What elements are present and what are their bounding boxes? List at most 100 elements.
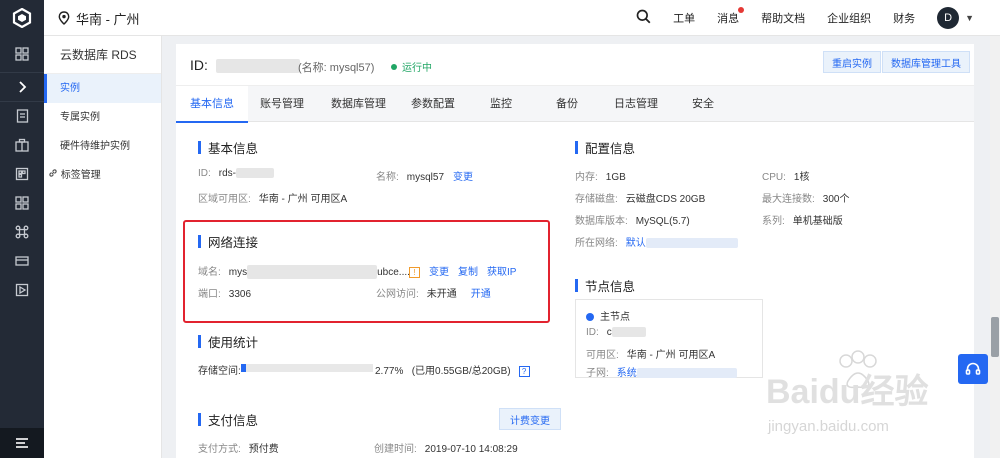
network-label: 所在网络: — [575, 238, 618, 249]
console-logo[interactable] — [0, 0, 44, 36]
search-button[interactable] — [636, 9, 651, 27]
redacted-id — [215, 59, 300, 74]
instance-alias: (名称: mysql57) — [298, 62, 375, 74]
section-node: 节点信息 — [575, 276, 635, 295]
region-label: 华南 - 广州 — [76, 11, 140, 27]
section-marker — [198, 141, 201, 154]
help-icon[interactable]: ? — [518, 365, 530, 377]
command-icon — [15, 225, 29, 238]
copy-domain-link[interactable]: 复制 — [458, 267, 478, 278]
basic-name-value: mysql57 — [406, 172, 445, 183]
rail-item-5[interactable] — [0, 217, 44, 246]
product-rail — [0, 36, 44, 458]
database-icon — [15, 167, 29, 180]
briefcase-icon — [15, 138, 29, 152]
sidebar-item-tags[interactable]: 标签管理 — [44, 161, 161, 190]
redacted-subnet — [636, 368, 737, 379]
created-time-value: 2019-07-10 14:08:29 — [424, 444, 518, 455]
sidebar-item-dedicated[interactable]: 专属实例 — [44, 103, 161, 132]
tab-parameters[interactable]: 参数配置 — [411, 86, 455, 122]
network-public-row: 公网访问: 未开通 开通 — [376, 285, 491, 300]
rail-expand[interactable] — [0, 72, 44, 101]
network-row: 所在网络: 默认 — [575, 234, 738, 249]
section-marker — [575, 141, 578, 154]
sidebar-item-instances[interactable]: 实例 — [44, 74, 161, 103]
nav-enterprise[interactable]: 企业组织 — [827, 10, 871, 26]
get-ip-link[interactable]: 获取IP — [487, 267, 516, 278]
db-management-tool-button[interactable]: 数据库管理工具 — [882, 51, 970, 73]
basic-zone-label: 区域可用区: — [198, 194, 251, 205]
user-avatar[interactable]: D — [937, 7, 960, 29]
search-icon — [636, 9, 651, 24]
sidebar-title: 云数据库 RDS — [44, 36, 161, 74]
sidebar-item-hardware-maintenance[interactable]: 硬件待维护实例 — [44, 132, 161, 161]
section-basic-info: 基本信息 — [198, 138, 258, 157]
logo-icon — [12, 8, 32, 28]
tab-monitoring[interactable]: 监控 — [490, 86, 512, 122]
section-payment: 支付信息 — [198, 410, 258, 429]
nav-messages[interactable]: 消息 — [717, 7, 745, 26]
help-float-button[interactable] — [958, 354, 988, 384]
watermark-brand: Baidu经验 — [766, 372, 928, 411]
cpu-row: CPU: 1核 — [762, 168, 809, 183]
rail-item-4[interactable] — [0, 188, 44, 217]
section-node-title: 节点信息 — [585, 280, 636, 294]
document-icon — [16, 109, 28, 123]
node-id-row: ID: c — [586, 327, 646, 338]
tab-accounts[interactable]: 账号管理 — [260, 86, 304, 122]
tab-basic-info[interactable]: 基本信息 — [176, 86, 248, 123]
node-subnet-link[interactable]: 系统 — [617, 368, 637, 379]
nav-ticket[interactable]: 工单 — [673, 10, 695, 26]
warning-icon: ! — [409, 266, 420, 278]
primary-node-label: 主节点 — [600, 312, 630, 323]
scrollbar-thumb[interactable] — [991, 317, 999, 357]
top-nav: 工单 消息 帮助文档 企业组织 财务 D ▼ — [636, 0, 974, 36]
memory-label: 内存: — [575, 172, 598, 183]
region-selector[interactable]: 华南 - 广州 — [58, 0, 140, 36]
tab-logs[interactable]: 日志管理 — [614, 86, 658, 122]
change-domain-link[interactable]: 变更 — [429, 267, 449, 278]
rail-item-7[interactable] — [0, 275, 44, 304]
watermark-site: jingyan.baidu.com — [767, 418, 889, 435]
max-connections-label: 最大连接数: — [762, 194, 815, 205]
tab-security[interactable]: 安全 — [692, 86, 714, 122]
network-link[interactable]: 默认 — [626, 238, 646, 249]
status-dot — [391, 63, 397, 70]
section-config: 配置信息 — [575, 138, 635, 157]
rail-item-1[interactable] — [0, 101, 44, 130]
instance-id-label: ID: — [190, 57, 208, 73]
node-zone-row: 可用区: 华南 - 广州 可用区A — [586, 346, 715, 361]
cpu-label: CPU: — [762, 172, 786, 183]
basic-name-row: 名称: mysql57 变更 — [376, 168, 473, 183]
series-value: 单机基础版 — [792, 216, 843, 227]
tab-backup[interactable]: 备份 — [556, 86, 578, 122]
max-connections-row: 最大连接数: 300个 — [762, 190, 849, 205]
open-public-access-link[interactable]: 开通 — [471, 289, 491, 300]
nav-help-docs[interactable]: 帮助文档 — [761, 10, 805, 26]
rail-item-6[interactable] — [0, 246, 44, 275]
max-connections-value: 300个 — [822, 194, 850, 205]
nav-finance[interactable]: 财务 — [893, 10, 915, 26]
chevron-down-icon[interactable]: ▼ — [965, 13, 974, 23]
node-subnet-row: 子网: 系统 — [586, 364, 737, 379]
change-billing-button[interactable]: 计费变更 — [499, 408, 561, 430]
basic-zone-value: 华南 - 广州 可用区A — [258, 194, 348, 205]
rail-menu-toggle[interactable] — [0, 428, 44, 458]
grid-icon — [15, 47, 29, 61]
rail-item-2[interactable] — [0, 130, 44, 159]
series-row: 系列: 单机基础版 — [762, 212, 843, 227]
rail-item-3[interactable] — [0, 159, 44, 188]
restart-instance-button[interactable]: 重启实例 — [823, 51, 881, 73]
db-version-label: 数据库版本: — [575, 216, 628, 227]
rail-dashboard[interactable] — [0, 36, 44, 72]
play-icon — [15, 283, 29, 296]
nav-messages-label: 消息 — [717, 13, 740, 25]
tab-databases[interactable]: 数据库管理 — [331, 86, 386, 122]
port-label: 端口: — [198, 289, 221, 300]
sidebar-item-tags-label: 标签管理 — [60, 170, 101, 181]
basic-id-row: ID: rds- — [198, 168, 275, 179]
public-access-label: 公网访问: — [376, 289, 419, 300]
page-scrollbar[interactable] — [990, 36, 1000, 458]
section-usage: 使用统计 — [198, 332, 258, 351]
change-name-link[interactable]: 变更 — [453, 172, 473, 183]
